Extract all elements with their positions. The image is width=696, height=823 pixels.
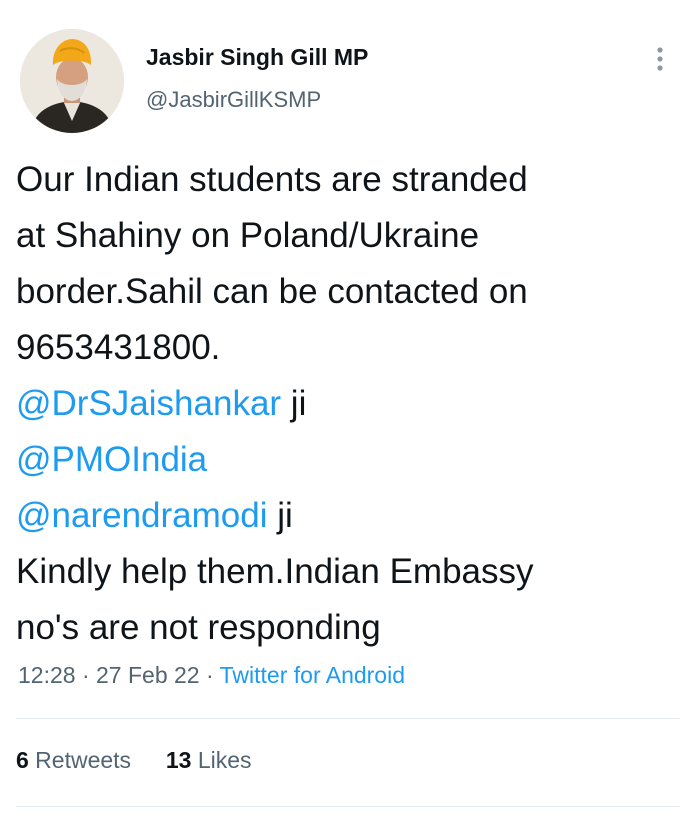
- mention-drsjaishankar[interactable]: @DrSJaishankar: [16, 384, 281, 423]
- tweet-card: Jasbir Singh Gill MP @JasbirGillKSMP Our…: [0, 0, 696, 823]
- retweets-stat[interactable]: 6 Retweets: [16, 747, 131, 773]
- likes-count: 13: [165, 747, 192, 773]
- divider: [16, 718, 680, 719]
- tweet-date[interactable]: 27 Feb 22: [96, 662, 200, 688]
- mention-line: @DrSJaishankar ji: [16, 376, 686, 432]
- mention-suffix: ji: [267, 496, 293, 535]
- tweet-line: no's are not responding: [16, 608, 381, 647]
- display-name[interactable]: Jasbir Singh Gill MP: [146, 44, 368, 71]
- likes-stat[interactable]: 13 Likes: [166, 747, 252, 773]
- mention-line: @narendramodi ji: [16, 488, 686, 544]
- tweet-line: at Shahiny on Poland/Ukraine: [16, 216, 480, 255]
- tweet-line: Kindly help them.Indian Embassy: [16, 552, 534, 591]
- tweet-line: Our Indian students are stranded: [16, 160, 528, 199]
- retweets-count: 6: [16, 747, 29, 773]
- mention-suffix: ji: [281, 384, 307, 423]
- user-handle[interactable]: @JasbirGillKSMP: [146, 87, 321, 113]
- meta-separator: ·: [75, 662, 97, 688]
- tweet-meta: 12:28 · 27 Feb 22 · Twitter for Android: [18, 662, 405, 689]
- tweet-line: 9653431800.: [16, 328, 221, 367]
- mention-line: @PMOIndia: [16, 432, 686, 488]
- more-options-icon[interactable]: [650, 44, 670, 74]
- avatar-image: [20, 29, 124, 133]
- likes-label: Likes: [191, 747, 252, 773]
- tweet-text: Our Indian students are stranded at Shah…: [16, 152, 686, 656]
- tweet-time[interactable]: 12:28: [18, 662, 76, 688]
- mention-narendramodi[interactable]: @narendramodi: [16, 496, 268, 535]
- divider: [16, 806, 680, 807]
- tweet-line: border.Sahil can be contacted on: [16, 272, 528, 311]
- tweet-source-link[interactable]: Twitter for Android: [220, 662, 405, 688]
- avatar[interactable]: [20, 29, 124, 133]
- mention-pmoindia[interactable]: @PMOIndia: [16, 440, 207, 479]
- tweet-stats: 6 Retweets 13 Likes: [16, 747, 252, 774]
- retweets-label: Retweets: [28, 747, 132, 773]
- meta-separator: ·: [199, 662, 220, 688]
